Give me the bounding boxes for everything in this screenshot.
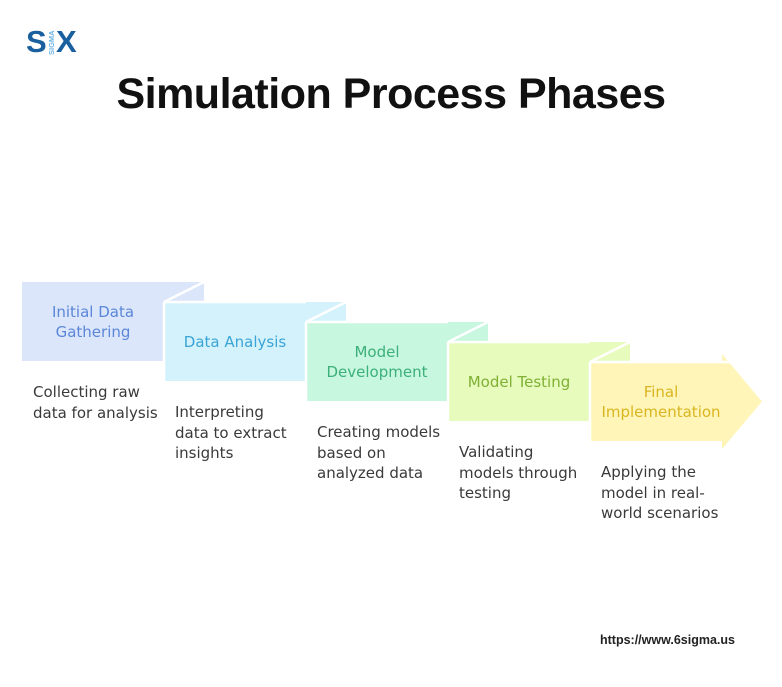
phase-label-2: Data Analysis (183, 332, 287, 351)
phase-label-4: Model Testing (467, 372, 571, 391)
phase-label-3: Model Development (326, 342, 428, 381)
phase-description-1: Collecting raw data for analysis (33, 383, 158, 422)
phase-description-3: Creating models based on analyzed data (317, 423, 441, 482)
phase-label-1: Initial Data Gathering (51, 302, 135, 341)
phase-label-5: Final Implementation (601, 382, 721, 421)
phase-description-2: Interpreting data to extract insights (175, 403, 287, 462)
phase-description-5: Applying the model in real-world scenari… (601, 463, 719, 522)
phase-description-4: Validating models through testing (459, 443, 578, 502)
footer-url: https://www.6sigma.us (600, 633, 735, 647)
